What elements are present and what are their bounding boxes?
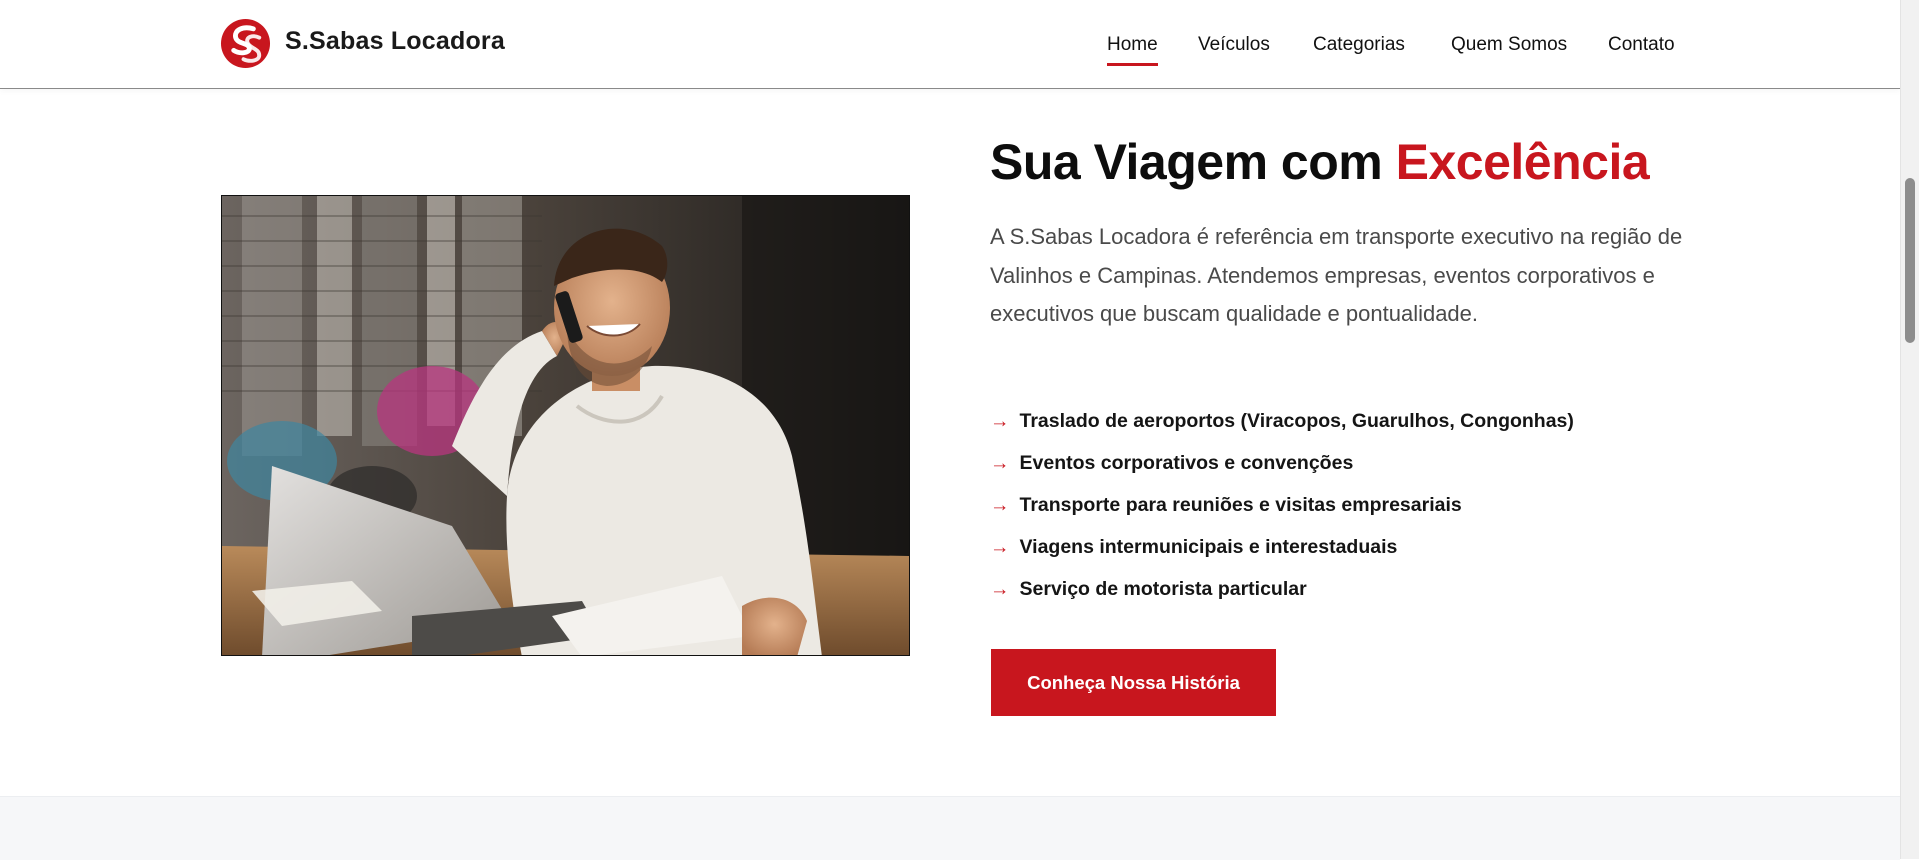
hero-description: A S.Sabas Locadora é referência em trans… <box>990 224 1683 326</box>
feature-item: → Viagens intermunicipais e interestadua… <box>990 536 1574 578</box>
feature-text: Transporte para reuniões e visitas empre… <box>1019 494 1462 516</box>
ss-logo-icon[interactable] <box>220 18 271 69</box>
feature-text: Eventos corporativos e convenções <box>1019 452 1354 474</box>
arrow-right-icon: → <box>990 410 1010 432</box>
nav-contato[interactable]: Contato <box>1608 34 1675 56</box>
feature-text: Traslado de aeroportos (Viracopos, Guaru… <box>1019 410 1574 432</box>
feature-item: → Eventos corporativos e convenções <box>990 452 1574 494</box>
feature-item: → Traslado de aeroportos (Viracopos, Gua… <box>990 410 1574 452</box>
feature-item: → Transporte para reuniões e visitas emp… <box>990 494 1574 536</box>
arrow-right-icon: → <box>990 536 1010 558</box>
feature-text: Serviço de motorista particular <box>1019 578 1307 600</box>
arrow-right-icon: → <box>990 494 1010 516</box>
cta-history-button[interactable]: Conheça Nossa História <box>991 649 1276 716</box>
brand-name[interactable]: S.Sabas Locadora <box>285 27 505 56</box>
feature-item: → Serviço de motorista particular <box>990 578 1574 620</box>
arrow-right-icon: → <box>990 452 1010 474</box>
feature-list: → Traslado de aeroportos (Viracopos, Gua… <box>990 410 1574 620</box>
hero-title-accent: Excelência <box>1395 134 1650 190</box>
nav-veiculos[interactable]: Veículos <box>1198 34 1270 56</box>
hero-title-main: Sua Viagem com <box>990 134 1396 190</box>
nav-categorias[interactable]: Categorias <box>1313 34 1405 56</box>
scrollbar-thumb[interactable] <box>1905 178 1915 343</box>
nav-home[interactable]: Home <box>1107 34 1158 66</box>
feature-text: Viagens intermunicipais e interestaduais <box>1019 536 1398 558</box>
next-section <box>0 796 1900 860</box>
page-scrollbar[interactable] <box>1900 0 1919 859</box>
nav-quem-somos[interactable]: Quem Somos <box>1451 34 1567 56</box>
site-header: S.Sabas Locadora Home Veículos Categoria… <box>0 0 1900 89</box>
hero-title: Sua Viagem com Excelência <box>990 133 1650 191</box>
hero-photo <box>221 195 910 656</box>
arrow-right-icon: → <box>990 578 1010 600</box>
